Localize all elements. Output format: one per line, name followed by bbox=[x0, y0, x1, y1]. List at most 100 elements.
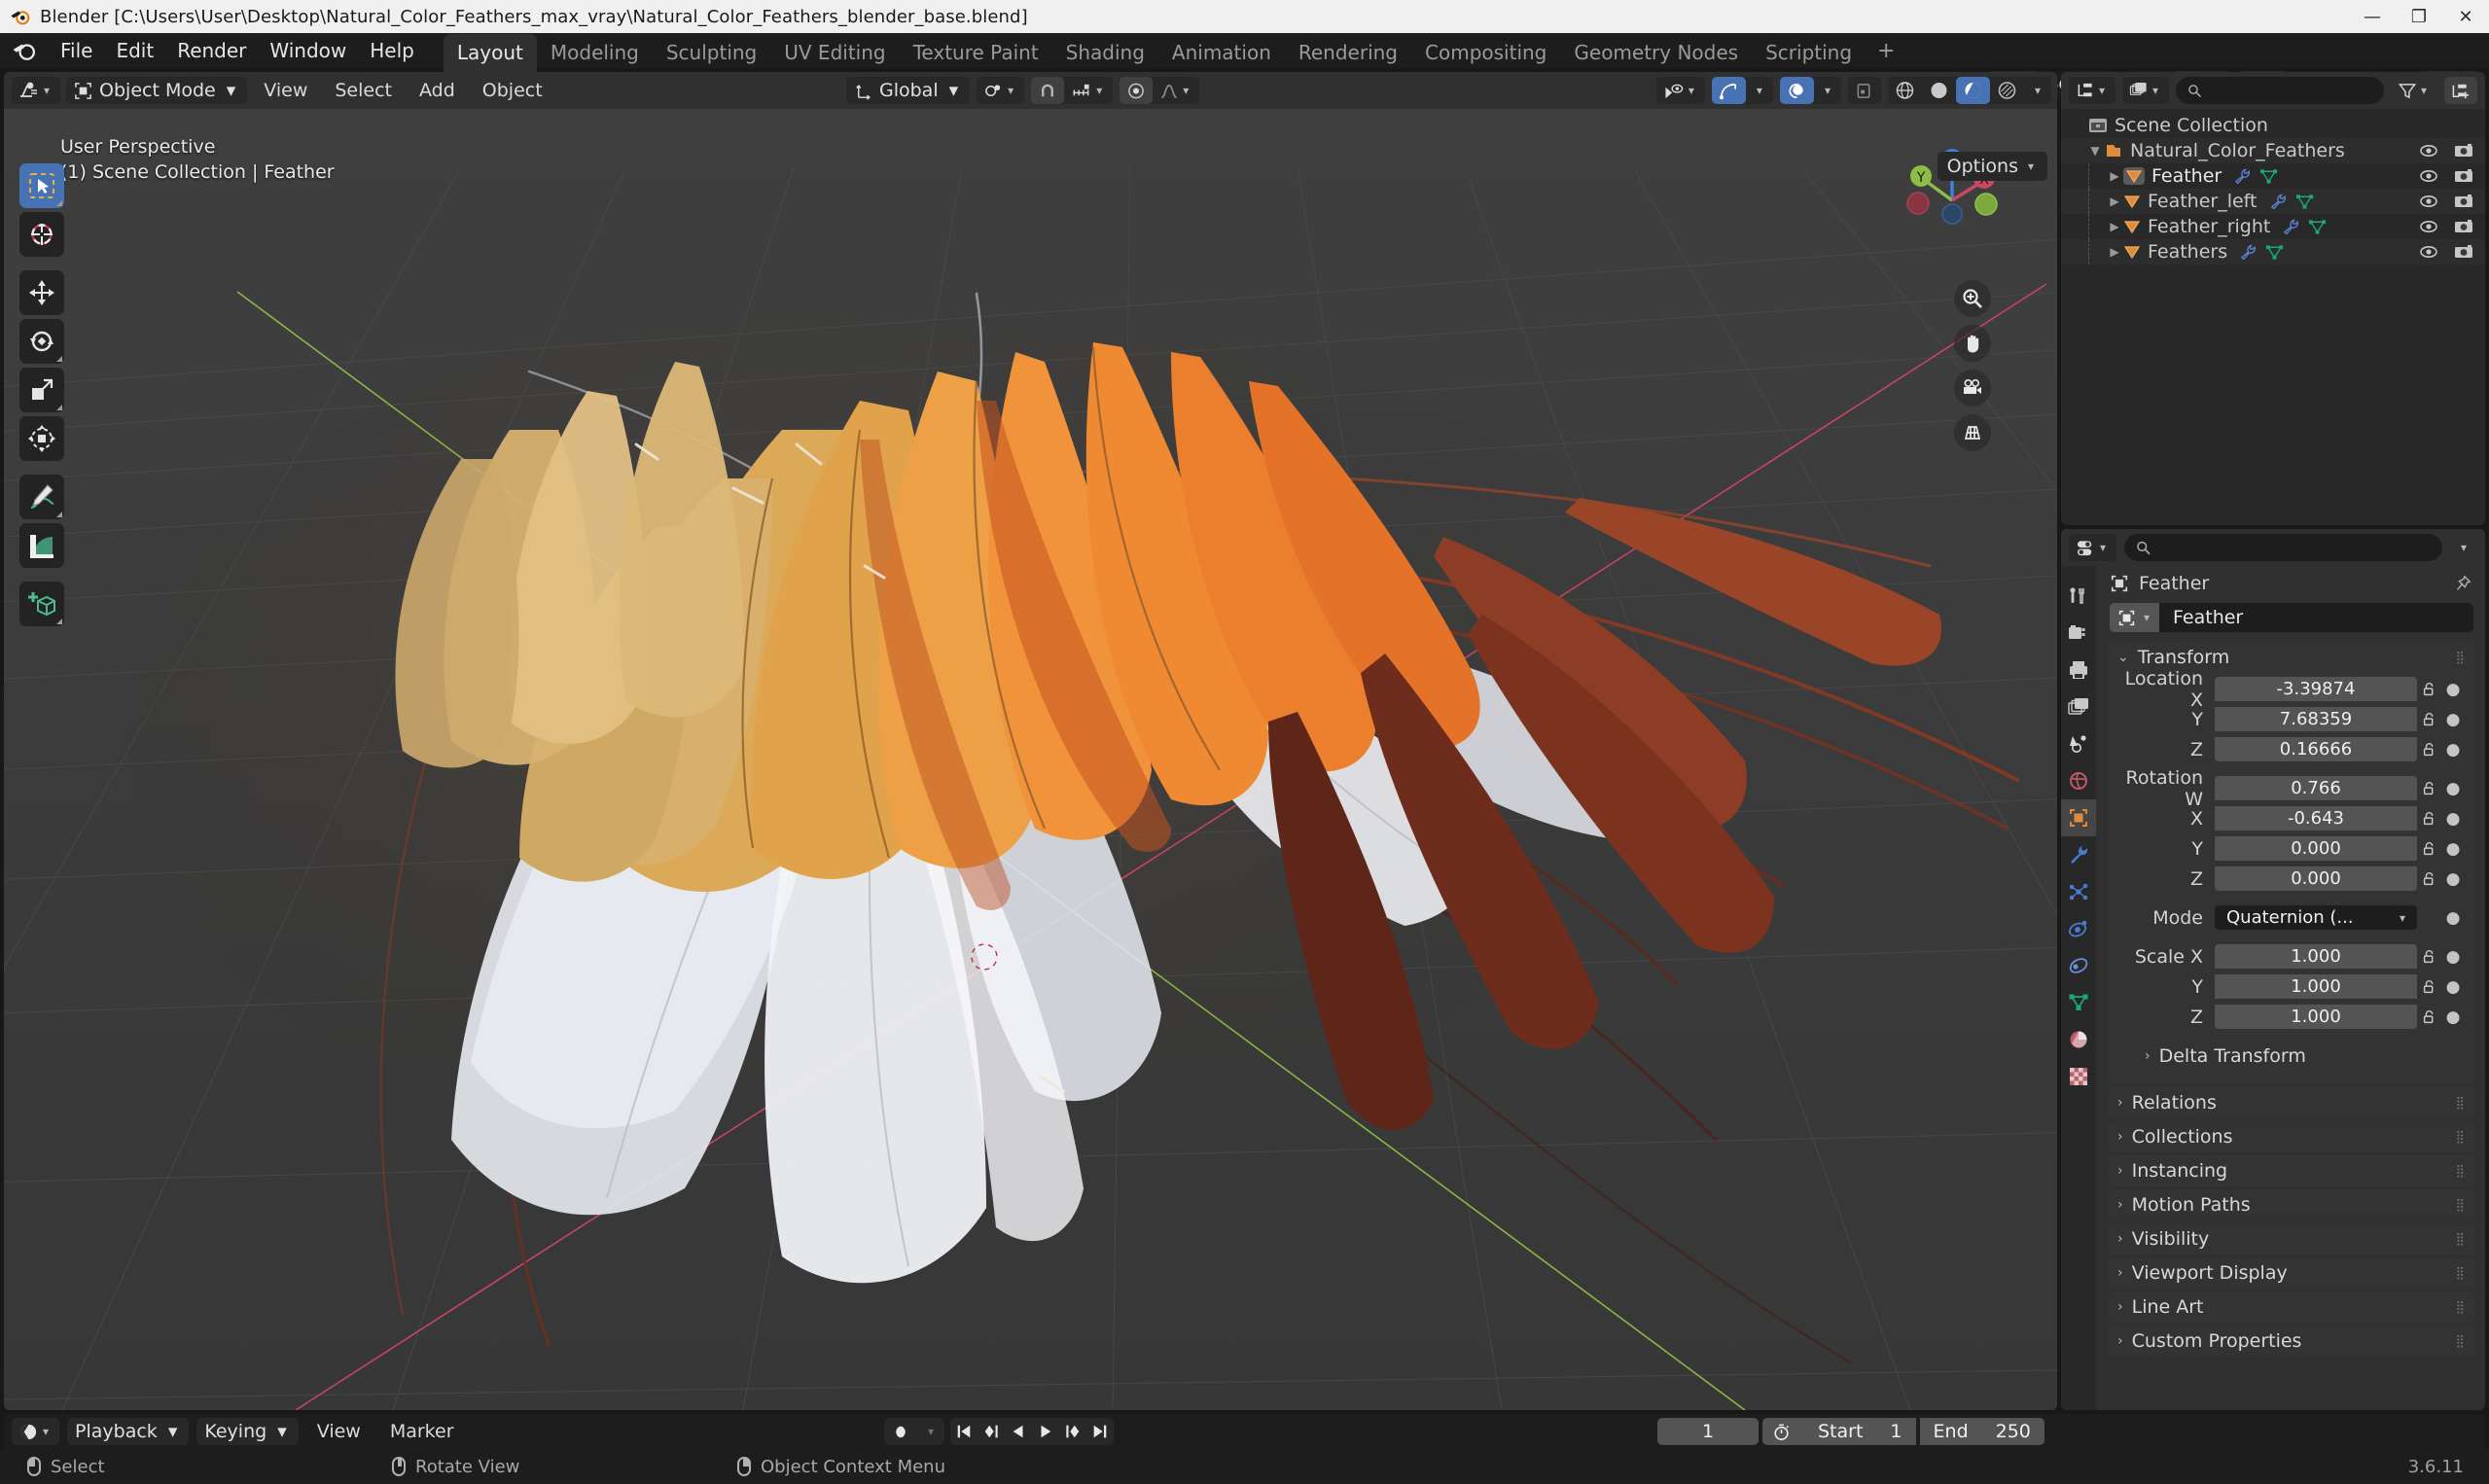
collections-panel-header[interactable]: › Collections ⣿ bbox=[2108, 1121, 2475, 1152]
pivot-point-icon[interactable]: ▾ bbox=[977, 77, 1024, 104]
overlays-toggle-icon[interactable] bbox=[1779, 77, 1814, 104]
outliner-editor-type[interactable]: ▾ bbox=[2069, 77, 2116, 104]
outliner-filter-icon[interactable]: ▾ bbox=[2391, 77, 2437, 104]
outliner-row-object[interactable]: ▶ Feather_left bbox=[2061, 189, 2485, 214]
outliner-search-box[interactable] bbox=[2176, 77, 2384, 104]
modifier-wrench-icon[interactable] bbox=[2282, 219, 2300, 234]
transform-tool[interactable] bbox=[19, 416, 64, 461]
scale-y-field[interactable]: 1.000 bbox=[2215, 974, 2417, 999]
close-button[interactable]: ✕ bbox=[2442, 0, 2489, 33]
physics-tab[interactable] bbox=[2061, 910, 2096, 947]
timeline-editor-type[interactable]: ▾ bbox=[12, 1418, 60, 1445]
location-z-lock-icon[interactable] bbox=[2417, 741, 2442, 759]
shading-solid-icon[interactable] bbox=[1922, 77, 1956, 104]
world-tab[interactable] bbox=[2061, 762, 2096, 799]
scale-x-animate-dot[interactable]: ● bbox=[2442, 947, 2464, 967]
rotation-x-field[interactable]: -0.643 bbox=[2215, 806, 2417, 830]
transform-orientation-selector[interactable]: Global ▾ bbox=[846, 77, 971, 104]
jump-to-start-button[interactable] bbox=[950, 1418, 978, 1445]
tool-tab[interactable] bbox=[2061, 578, 2096, 615]
properties-options-chevron-icon[interactable]: ▾ bbox=[2450, 534, 2477, 561]
eye-icon[interactable] bbox=[2419, 143, 2438, 159]
camera-icon[interactable] bbox=[2454, 194, 2473, 209]
mesh-data-icon[interactable] bbox=[2308, 219, 2327, 234]
scale-y-lock-icon[interactable] bbox=[2417, 978, 2442, 996]
scale-z-lock-icon[interactable] bbox=[2417, 1008, 2442, 1026]
measure-tool[interactable] bbox=[19, 523, 64, 568]
outliner-row-collection[interactable]: ▼ Natural_Color_Feathers bbox=[2061, 138, 2485, 163]
constraints-tab[interactable] bbox=[2061, 947, 2096, 984]
timeline-editor[interactable]: ▾ Playback ▾ Keying ▾ View Marker ▾ 1 St… bbox=[4, 1414, 2485, 1449]
falloff-curve-icon[interactable]: ▾ bbox=[1153, 77, 1199, 104]
workspace-tab-rendering[interactable]: Rendering bbox=[1285, 34, 1411, 72]
jump-to-end-button[interactable] bbox=[1086, 1418, 1114, 1445]
location-y-animate-dot[interactable]: ● bbox=[2442, 710, 2464, 729]
scale-y-animate-dot[interactable]: ● bbox=[2442, 977, 2464, 997]
toggle-perspective-icon[interactable] bbox=[1954, 414, 1991, 451]
pivot-point-selector[interactable]: ▾ bbox=[977, 77, 1025, 104]
workspace-tab-texture-paint[interactable]: Texture Paint bbox=[900, 34, 1052, 72]
properties-editor[interactable]: ▾ ▾ Feather ▾ Feather ⌄ Transform ⣿ Loca… bbox=[2061, 529, 2485, 1410]
scale-tool[interactable] bbox=[19, 368, 64, 412]
scale-x-field[interactable]: 1.000 bbox=[2215, 944, 2417, 969]
rotation-mode-dropdown[interactable]: Quaternion (... ▾ bbox=[2215, 905, 2417, 930]
render-tab[interactable] bbox=[2061, 615, 2096, 652]
move-tool[interactable] bbox=[19, 270, 64, 315]
disclosure-triangle-icon[interactable]: ▶ bbox=[2106, 220, 2123, 233]
object-tab[interactable] bbox=[2061, 799, 2096, 836]
auto-keying-group[interactable]: ▾ bbox=[884, 1418, 945, 1445]
rotation-y-animate-dot[interactable]: ● bbox=[2442, 839, 2464, 859]
rotation-w-field[interactable]: 0.766 bbox=[2215, 776, 2417, 800]
eye-icon[interactable] bbox=[2419, 244, 2438, 260]
location-x-animate-dot[interactable]: ● bbox=[2442, 680, 2464, 699]
custom-properties-panel[interactable]: › Custom Properties ⣿ bbox=[2108, 1325, 2475, 1357]
scale-x-lock-icon[interactable] bbox=[2417, 948, 2442, 966]
workspace-tab-shading[interactable]: Shading bbox=[1052, 34, 1158, 72]
scale-z-field[interactable]: 1.000 bbox=[2215, 1005, 2417, 1029]
pin-icon[interactable] bbox=[2454, 575, 2471, 592]
outliner-row-object[interactable]: ▶ Feather bbox=[2061, 163, 2485, 189]
line-art-panel-header[interactable]: › Line Art ⣿ bbox=[2108, 1291, 2475, 1323]
outliner-editor[interactable]: ▾ ▾ ▾ Scene Collection ▼ Natural_Color_F… bbox=[2061, 72, 2485, 525]
menu-edit[interactable]: Edit bbox=[104, 35, 165, 66]
visibility-panel-header[interactable]: › Visibility ⣿ bbox=[2108, 1223, 2475, 1254]
xray-icon[interactable] bbox=[1848, 77, 1881, 104]
motion-paths-panel[interactable]: › Motion Paths ⣿ bbox=[2108, 1189, 2475, 1220]
data-tab[interactable] bbox=[2061, 984, 2096, 1021]
camera-icon[interactable] bbox=[2454, 143, 2473, 159]
frame-end-value[interactable]: 250 bbox=[1996, 1421, 2031, 1442]
instancing-panel[interactable]: › Instancing ⣿ bbox=[2108, 1155, 2475, 1186]
cursor-tool[interactable] bbox=[19, 212, 64, 257]
viewport-options-button[interactable]: Options ▾ bbox=[1937, 152, 2047, 181]
texture-tab[interactable] bbox=[2061, 1058, 2096, 1095]
viewport-menu-view[interactable]: View bbox=[253, 77, 318, 104]
eye-icon[interactable] bbox=[2419, 168, 2438, 184]
rotation-z-lock-icon[interactable] bbox=[2417, 870, 2442, 888]
prev-keyframe-button[interactable] bbox=[978, 1418, 1005, 1445]
frame-start-value[interactable]: 1 bbox=[1890, 1421, 1902, 1442]
editor-type-properties-icon[interactable]: ▾ bbox=[2069, 534, 2116, 561]
annotate-tool[interactable] bbox=[19, 475, 64, 519]
gizmo-toggle-icon[interactable] bbox=[1711, 77, 1746, 104]
editor-type-selector[interactable]: ▾ bbox=[12, 77, 61, 104]
camera-icon[interactable] bbox=[2454, 219, 2473, 234]
properties-search-box[interactable] bbox=[2124, 534, 2442, 561]
proportional-edit-icon[interactable] bbox=[1120, 77, 1154, 104]
properties-editor-type[interactable]: ▾ bbox=[2069, 534, 2117, 561]
viewport-menu-object[interactable]: Object bbox=[472, 77, 553, 104]
relations-panel-header[interactable]: › Relations ⣿ bbox=[2108, 1087, 2475, 1118]
workspace-tab-layout[interactable]: Layout bbox=[443, 33, 537, 72]
camera-icon[interactable] bbox=[2454, 168, 2473, 184]
shading-material-preview-icon[interactable] bbox=[1955, 77, 1990, 104]
workspace-tab-sculpting[interactable]: Sculpting bbox=[653, 34, 770, 72]
timeline-menu-view[interactable]: View bbox=[306, 1418, 372, 1445]
rotation-x-lock-icon[interactable] bbox=[2417, 810, 2442, 828]
xray-toggle[interactable] bbox=[1847, 77, 1881, 104]
object-square-icon[interactable]: ▾ bbox=[2110, 603, 2160, 632]
rotation-w-animate-dot[interactable]: ● bbox=[2442, 779, 2464, 798]
mesh-data-icon[interactable] bbox=[2265, 244, 2284, 260]
scale-z-animate-dot[interactable]: ● bbox=[2442, 1007, 2464, 1027]
modifier-wrench-icon[interactable] bbox=[2233, 168, 2252, 184]
menu-window[interactable]: Window bbox=[258, 35, 358, 66]
editor-type-timeline-icon[interactable]: ▾ bbox=[12, 1418, 59, 1445]
